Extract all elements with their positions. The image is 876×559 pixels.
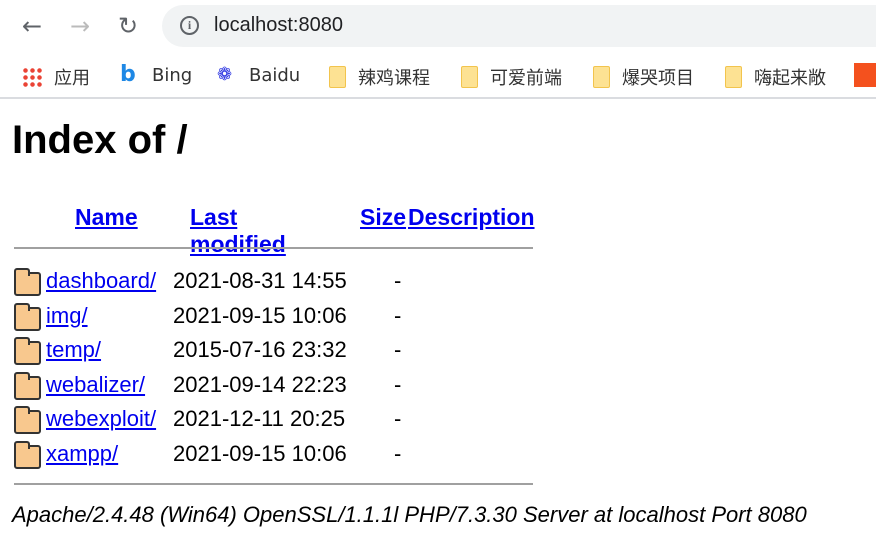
folder-icon [14, 337, 41, 365]
bookmark-baidu[interactable]: ❁ Baidu [217, 64, 300, 86]
sort-by-description-link[interactable]: Description [408, 204, 535, 231]
apps-grid-icon [22, 67, 42, 87]
size: - [394, 268, 402, 293]
bookmark-label: Bing [152, 64, 193, 86]
last-modified: 2021-09-14 22:23 [173, 371, 347, 397]
last-modified: 2015-07-16 23:32 [173, 337, 347, 362]
size: - [394, 337, 402, 362]
folder-icon [14, 371, 41, 400]
bookmark-bing[interactable]: b Bing [120, 64, 192, 86]
size: - [394, 440, 402, 466]
bookmark-label: 辣鸡课程 [358, 68, 430, 89]
divider [14, 483, 533, 485]
bookmark-folder[interactable]: 可爱前端 [461, 64, 562, 90]
size: - [394, 302, 402, 328]
bookmark-folder[interactable]: 辣鸡课程 [329, 64, 430, 90]
bookmarks-bar: 应用 b Bing ❁ Baidu 辣鸡课程 可爱前端 爆哭项目 嗨起来敞 [0, 55, 876, 99]
bookmark-label: 爆哭项目 [622, 68, 694, 89]
page-title: Index of / [12, 118, 188, 162]
directory-link[interactable]: webalizer/ [46, 372, 145, 398]
server-signature: Apache/2.4.48 (Win64) OpenSSL/1.1.1l PHP… [12, 502, 807, 527]
folder-icon [725, 66, 742, 88]
table-row: temp/ 2015-07-16 23:32 - [14, 337, 534, 367]
directory-link[interactable]: xampp/ [46, 441, 118, 467]
directory-link[interactable]: webexploit/ [46, 406, 156, 432]
info-icon[interactable]: i [180, 16, 199, 35]
bookmark-apps[interactable]: 应用 [22, 64, 90, 90]
last-modified: 2021-09-15 10:06 [173, 302, 347, 328]
url-text[interactable]: localhost:8080 [214, 14, 343, 37]
last-modified: 2021-08-31 14:55 [173, 268, 347, 293]
folder-icon [593, 66, 610, 88]
bookmark-label: 应用 [54, 68, 90, 89]
sort-by-size-link[interactable]: Size [360, 204, 406, 231]
table-row: xampp/ 2021-09-15 10:06 - [14, 440, 534, 471]
bookmark-folder[interactable]: 嗨起来敞 [725, 64, 826, 90]
directory-link[interactable]: img/ [46, 303, 88, 329]
table-row: img/ 2021-09-15 10:06 - [14, 302, 534, 333]
bookmark-label: Baidu [249, 64, 301, 86]
sort-by-name-link[interactable]: Name [75, 204, 138, 231]
table-row: webalizer/ 2021-09-14 22:23 - [14, 371, 534, 402]
browser-toolbar: ← → ↻ i localhost:8080 [0, 0, 876, 52]
folder-icon [14, 406, 41, 434]
size: - [394, 371, 402, 397]
folder-icon [14, 302, 41, 331]
directory-link[interactable]: dashboard/ [46, 268, 156, 294]
divider [14, 247, 533, 249]
sort-by-modified-link[interactable]: Last modified [190, 204, 286, 258]
table-row: webexploit/ 2021-12-11 20:25 - [14, 406, 534, 436]
folder-icon [461, 66, 478, 88]
bookmark-overflow[interactable] [854, 63, 876, 87]
forward-button[interactable]: → [64, 10, 96, 42]
table-row: dashboard/ 2021-08-31 14:55 - [14, 268, 534, 298]
folder-icon [14, 440, 41, 469]
folder-icon [329, 66, 346, 88]
bookmark-label: 嗨起来敞 [754, 68, 826, 89]
size: - [394, 406, 402, 431]
bookmark-label: 可爱前端 [490, 68, 562, 89]
directory-link[interactable]: temp/ [46, 337, 101, 363]
c-logo-icon [854, 63, 876, 87]
address-bar[interactable]: i localhost:8080 [162, 5, 876, 47]
folder-icon [14, 268, 41, 296]
bookmark-folder[interactable]: 爆哭项目 [593, 64, 694, 90]
reload-button[interactable]: ↻ [112, 10, 144, 42]
last-modified: 2021-12-11 20:25 [173, 406, 346, 431]
back-button[interactable]: ← [16, 10, 48, 42]
last-modified: 2021-09-15 10:06 [173, 440, 347, 466]
baidu-paw-icon: ❁ [217, 64, 233, 85]
bing-icon: b [120, 62, 136, 87]
